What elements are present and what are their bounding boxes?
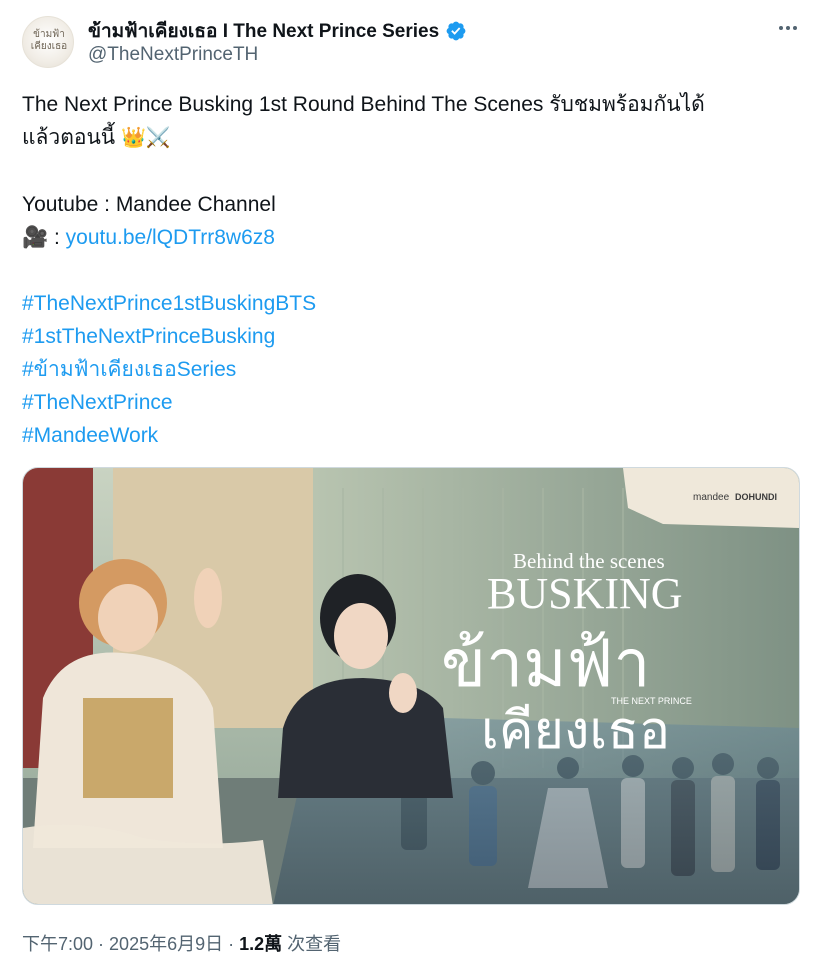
camera-emoji-prefix: 🎥 :: [22, 226, 66, 249]
tweet-date[interactable]: 2025年6月9日: [109, 934, 223, 954]
poster-thai-title-1: ข้ามฟ้า: [441, 625, 650, 702]
display-name[interactable]: ข้ามฟ้าเคียงเธอ I The Next Prince Series: [88, 16, 439, 46]
youtube-link[interactable]: youtu.be/lQDTrr8w6z8: [66, 226, 275, 249]
tweet-line-1: The Next Prince Busking 1st Round Behind…: [22, 93, 705, 116]
tweet-time[interactable]: 下午7:00: [22, 934, 93, 954]
poster-image: mandee DOHUNDI Behind the scenes BUSKING…: [23, 468, 799, 904]
more-options-icon[interactable]: [774, 18, 802, 38]
link-line: 🎥 : youtu.be/lQDTrr8w6z8: [22, 221, 802, 254]
separator: ·: [93, 934, 110, 954]
hashtag-link[interactable]: #1stTheNextPrinceBusking: [22, 320, 802, 353]
youtube-label: Youtube : Mandee Channel: [22, 193, 276, 216]
view-label: 次查看: [287, 934, 342, 954]
poster-title: BUSKING: [487, 569, 683, 618]
tweet-header: ข้ามฟ้า เคียงเธอ ข้ามฟ้าเคียงเธอ I The N…: [22, 14, 802, 74]
verified-badge-icon: [446, 21, 466, 41]
separator: ·: [223, 934, 240, 954]
hashtag-link[interactable]: #ข้ามฟ้าเคียงเธอSeries: [22, 353, 802, 386]
handle[interactable]: @TheNextPrinceTH: [88, 44, 258, 66]
brand-mandee: mandee: [693, 492, 730, 503]
hashtag-link[interactable]: #MandeeWork: [22, 419, 802, 452]
hashtag-link[interactable]: #TheNextPrince1stBuskingBTS: [22, 287, 802, 320]
tweet-footer: 下午7:00 · 2025年6月9日 · 1.2萬 次查看: [22, 930, 341, 956]
avatar-logo-text: ข้ามฟ้า เคียงเธอ: [30, 29, 68, 52]
crown-swords-emoji-icon: 👑⚔️: [121, 127, 171, 149]
tweet-line-2: แล้วตอนนี้ 👑⚔️: [22, 121, 802, 155]
media-image[interactable]: mandee DOHUNDI Behind the scenes BUSKING…: [22, 467, 800, 905]
name-row: ข้ามฟ้าเคียงเธอ I The Next Prince Series: [88, 16, 467, 46]
view-count: 1.2萬: [239, 934, 283, 954]
tweet-text: The Next Prince Busking 1st Round Behind…: [22, 88, 802, 452]
avatar[interactable]: ข้ามฟ้า เคียงเธอ: [22, 16, 74, 68]
brand-dohundi: DOHUNDI: [735, 492, 777, 502]
poster-thai-title-2: เคียงเธอ: [481, 701, 670, 761]
hashtag-link[interactable]: #TheNextPrince: [22, 386, 802, 419]
tweet-line-2-text: แล้วตอนนี้: [22, 126, 116, 149]
